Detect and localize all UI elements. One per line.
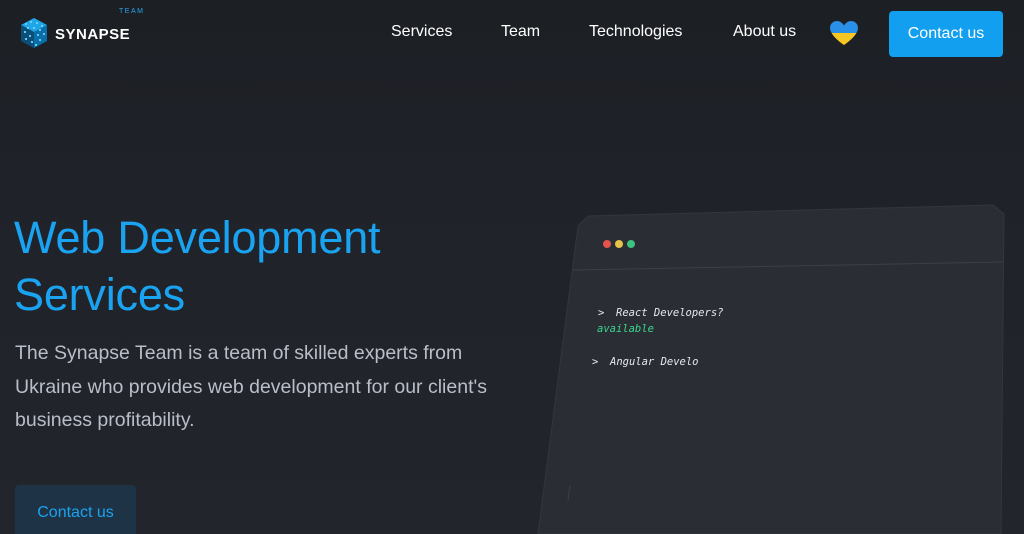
contact-us-header-button[interactable]: Contact us	[889, 11, 1003, 57]
hero-title: Web Development Services	[14, 209, 381, 323]
page: SYNAPSE TEAM Services Team Technologies …	[0, 0, 1024, 534]
ukraine-heart-icon	[830, 21, 858, 45]
logo-subtext: TEAM	[119, 8, 145, 15]
contact-us-hero-button[interactable]: Contact us	[15, 485, 136, 534]
terminal-answer-1: available	[597, 323, 654, 335]
terminal-query-2: Angular Develo	[610, 356, 699, 368]
nav-technologies[interactable]: Technologies	[589, 22, 682, 42]
nav-services[interactable]: Services	[391, 22, 452, 42]
window-maximize-dot-icon	[627, 240, 635, 248]
terminal-query-1: React Developers?	[616, 307, 724, 319]
nav-team[interactable]: Team	[501, 22, 540, 42]
hero-title-line-1: Web Development	[14, 212, 381, 263]
terminal-titlebar-divider	[572, 261, 1004, 271]
terminal-prompt-2: >	[592, 356, 599, 368]
logo-text: SYNAPSE	[55, 25, 131, 43]
site-header: SYNAPSE TEAM Services Team Technologies …	[0, 0, 1024, 66]
hero-description: The Synapse Team is a team of skilled ex…	[15, 342, 487, 431]
hero-title-line-2: Services	[14, 269, 185, 320]
terminal-prompt-1: >	[598, 307, 605, 319]
synapse-cube-logo-icon	[21, 18, 47, 48]
terminal-card	[538, 205, 1004, 534]
nav-about-us[interactable]: About us	[733, 22, 796, 42]
window-close-dot-icon	[603, 240, 611, 248]
window-minimize-dot-icon	[615, 240, 623, 248]
logo[interactable]: SYNAPSE	[19, 17, 130, 49]
